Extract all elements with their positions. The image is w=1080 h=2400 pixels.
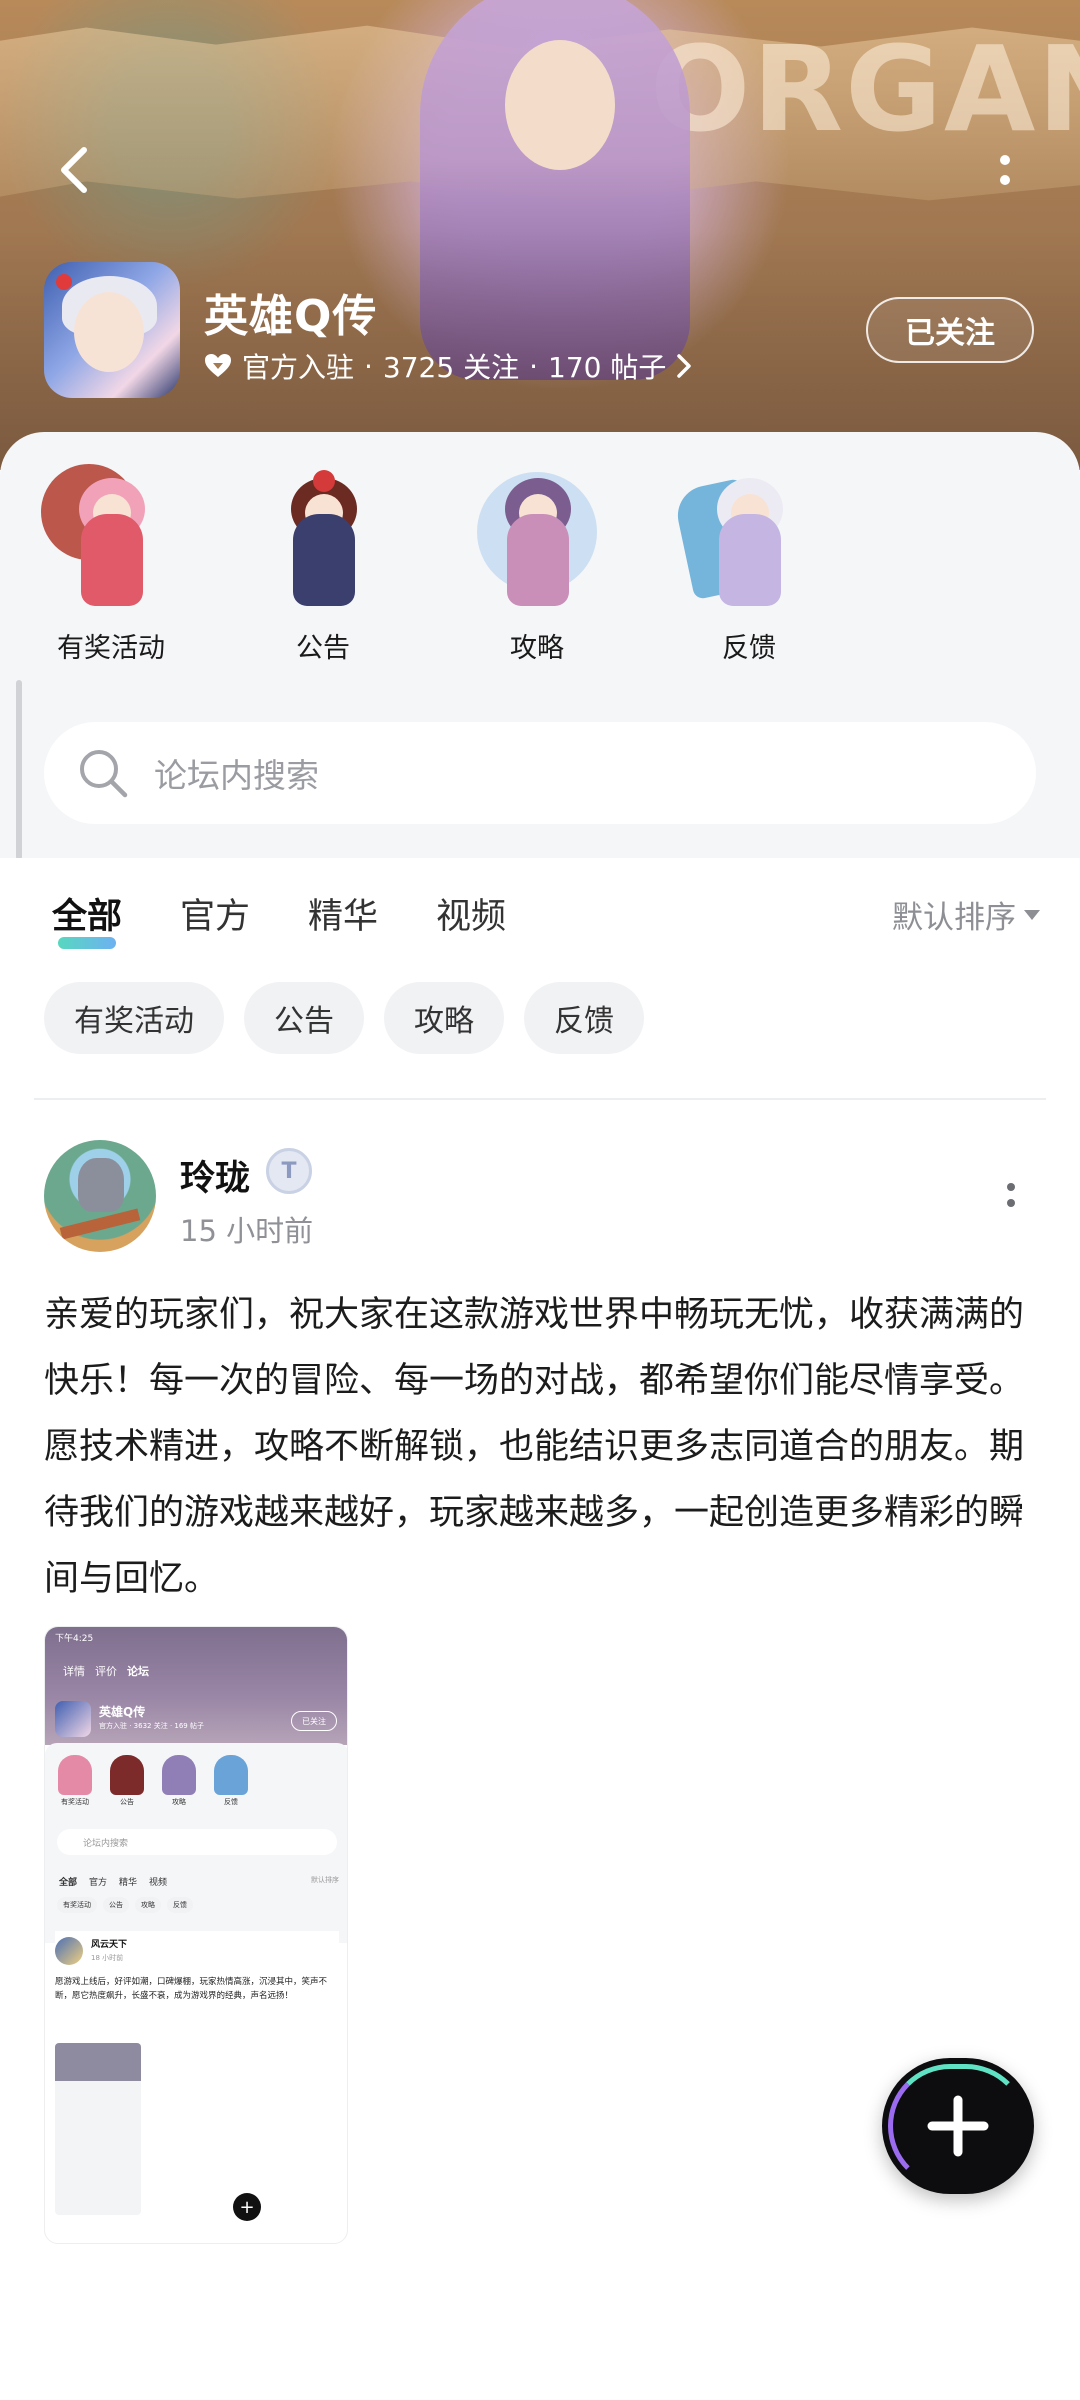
announcements-character-icon — [253, 464, 393, 614]
chip-events[interactable]: 有奖活动 — [44, 982, 224, 1054]
game-title: 英雄Q传 — [204, 291, 378, 342]
filter-chips: 有奖活动 公告 攻略 反馈 — [44, 982, 644, 1054]
posts-count: 170 帖子 — [548, 351, 667, 384]
chevron-right-icon — [677, 354, 692, 378]
plus-icon — [927, 2095, 989, 2157]
tag-badge-icon: T — [266, 1148, 312, 1194]
sort-dropdown[interactable]: 默认排序 — [892, 892, 1040, 937]
post-image[interactable]: 下午4:25 详情 评价 论坛 英雄Q传 官方入驻 · 3632 关注 · 16… — [44, 1626, 348, 2244]
guides-character-icon — [467, 464, 607, 614]
post-body[interactable]: 亲爱的玩家们，祝大家在这款游戏世界中畅玩无忧，收获满满的快乐！每一次的冒险、每一… — [44, 1282, 1036, 1612]
tab-video[interactable]: 视频 — [436, 888, 506, 939]
caret-down-icon — [1024, 909, 1040, 920]
search-icon — [76, 746, 130, 800]
post-time: 15 小时前 — [180, 1214, 314, 1248]
create-post-button[interactable] — [882, 2058, 1034, 2194]
shortcut-row: 有奖活动 公告 攻略 反馈 — [0, 464, 1080, 684]
chip-guides[interactable]: 攻略 — [384, 982, 504, 1054]
post-header: 玲珑 T 15 小时前 — [44, 1140, 1044, 1260]
shortcut-label: 公告 — [296, 633, 350, 664]
back-chevron-icon — [61, 147, 87, 193]
tab-all[interactable]: 全部 — [52, 888, 122, 949]
game-app-icon — [44, 262, 180, 398]
shortcut-feedback[interactable]: 反馈 — [664, 464, 834, 684]
game-meta[interactable]: 官方入驻 · 3725 关注 · 170 帖子 — [204, 346, 692, 386]
scroll-indicator[interactable] — [16, 680, 22, 860]
heart-badge-icon — [205, 354, 231, 377]
more-vertical-icon — [1007, 1183, 1015, 1191]
verified-label: 官方入驻 — [242, 351, 355, 384]
shortcut-events[interactable]: 有奖活动 — [26, 464, 196, 684]
post-author[interactable]: 玲珑 — [180, 1150, 250, 1201]
back-button[interactable] — [44, 140, 104, 200]
banner-background-word: ORGAN — [650, 20, 1080, 158]
sort-label: 默认排序 — [892, 900, 1016, 936]
events-character-icon — [41, 464, 181, 614]
shortcut-label: 攻略 — [510, 633, 564, 664]
shortcut-guides[interactable]: 攻略 — [452, 464, 622, 684]
header-banner: ORGAN — [0, 0, 1080, 470]
feedback-character-icon — [672, 464, 819, 614]
search-placeholder: 论坛内搜索 — [154, 756, 319, 795]
more-vertical-icon — [1000, 155, 1010, 165]
tab-official[interactable]: 官方 — [180, 888, 250, 939]
feed-tabs: 全部 官方 精华 视频 — [52, 888, 564, 949]
more-options-button[interactable] — [985, 140, 1025, 200]
tab-featured[interactable]: 精华 — [308, 888, 378, 939]
chip-announcements[interactable]: 公告 — [244, 982, 364, 1054]
shortcut-label: 有奖活动 — [57, 633, 165, 664]
banner-character-face — [505, 40, 615, 170]
avatar[interactable] — [44, 1140, 156, 1252]
shortcut-announcements[interactable]: 公告 — [238, 464, 408, 684]
shortcut-label: 反馈 — [722, 633, 776, 664]
chip-feedback[interactable]: 反馈 — [524, 982, 644, 1054]
divider — [34, 1098, 1046, 1100]
follow-button[interactable]: 已关注 — [866, 297, 1034, 363]
forum-search-bar[interactable]: 论坛内搜索 — [44, 722, 1036, 824]
followers-count: 3725 关注 — [382, 351, 520, 384]
post-more-button[interactable] — [996, 1170, 1026, 1220]
